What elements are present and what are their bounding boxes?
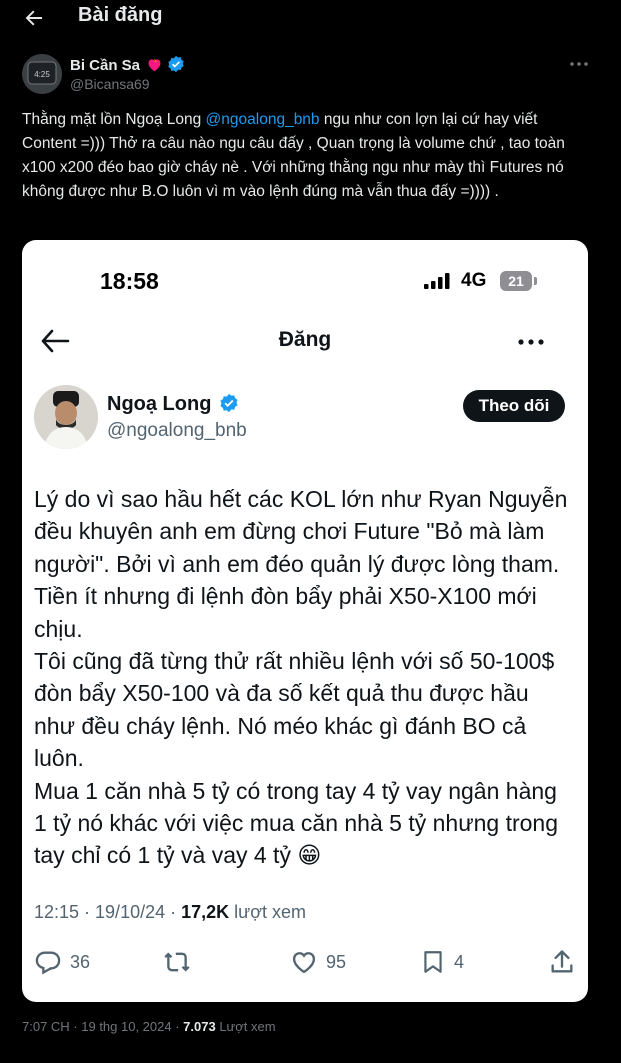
- verified-badge-icon: [168, 55, 185, 73]
- more-options-icon[interactable]: [567, 54, 591, 74]
- screenshot-meta: 12:15 · 19/10/24 · 17,2K lượt xem: [34, 902, 306, 923]
- avatar-text: 4:25: [34, 70, 50, 79]
- retweet-action: [162, 948, 200, 976]
- reply-count: 36: [70, 951, 91, 972]
- heart-icon: [292, 952, 316, 974]
- screenshot-tweet-body: Lý do vì sao hầu hết các KOL lớn như Rya…: [34, 483, 574, 872]
- body-paragraph: Mua 1 căn nhà 5 tỷ có trong tay 4 tỷ vay…: [34, 777, 558, 869]
- meta-views: 17,2K: [181, 902, 230, 922]
- avatar-image: [34, 385, 98, 449]
- bookmark-icon: [424, 951, 442, 973]
- body-paragraph: Lý do vì sao hầu hết các KOL lớn như Rya…: [34, 486, 568, 642]
- status-time: 18:58: [100, 268, 159, 294]
- screenshot-author-handle: @ngoalong_bnb: [107, 420, 247, 441]
- reply-icon: [35, 951, 61, 975]
- author-avatar[interactable]: 4:25: [22, 54, 62, 94]
- body-paragraph: Tôi cũng đã từng thử rất nhiều lệnh với …: [34, 648, 555, 772]
- author-name: Bi Cần Sa: [70, 57, 141, 74]
- post-meta: 7:07 CH · 19 thg 10, 2024 · 7.073 Lượt x…: [22, 1019, 276, 1034]
- meta-views-label: lượt xem: [229, 902, 307, 922]
- mention-link[interactable]: @ngoalong_bnb: [206, 111, 320, 128]
- like-action: 95: [290, 948, 346, 976]
- tweet-text-part1: Thằng mặt lồn Ngoạ Long: [22, 111, 206, 128]
- screenshot-author-avatar: [34, 385, 98, 449]
- author-handle[interactable]: @Bicansa69: [70, 76, 150, 92]
- verified-badge-icon: [220, 393, 238, 413]
- post-views: 7.073: [183, 1019, 216, 1034]
- retweet-icon: [164, 952, 190, 972]
- back-arrow-icon[interactable]: [22, 6, 46, 30]
- meta-time: 12:15 · 19/10/24 ·: [34, 902, 182, 922]
- tweet-text: Thằng mặt lồn Ngoạ Long @ngoalong_bnb ng…: [22, 108, 596, 204]
- battery-tip: [534, 277, 537, 285]
- screenshot-nav-title: Đăng: [278, 328, 332, 351]
- more-options-icon: [518, 339, 544, 345]
- share-action: [548, 948, 576, 976]
- page-title: Bài đăng: [78, 4, 163, 26]
- avatar-image: 4:25: [22, 54, 62, 94]
- follow-button: Theo dõi: [463, 390, 565, 422]
- attached-screenshot[interactable]: 18:58 4G 21 Đăng Ngoạ Long @ngoalong_bnb…: [22, 240, 588, 1002]
- bookmark-count: 4: [454, 951, 465, 972]
- bookmark-action: 4: [420, 948, 464, 976]
- post-views-label: Lượt xem: [215, 1019, 276, 1034]
- like-count: 95: [326, 951, 347, 972]
- screenshot-author-name: Ngoạ Long: [107, 393, 212, 415]
- share-icon: [551, 950, 573, 973]
- battery-indicator: 21: [500, 271, 532, 291]
- post-time: 7:07 CH · 19 thg 10, 2024 ·: [22, 1019, 184, 1034]
- reply-action: 36: [34, 948, 90, 976]
- fire-heart-icon: [148, 58, 161, 72]
- network-type: 4G: [461, 270, 487, 291]
- signal-icon: [424, 273, 450, 289]
